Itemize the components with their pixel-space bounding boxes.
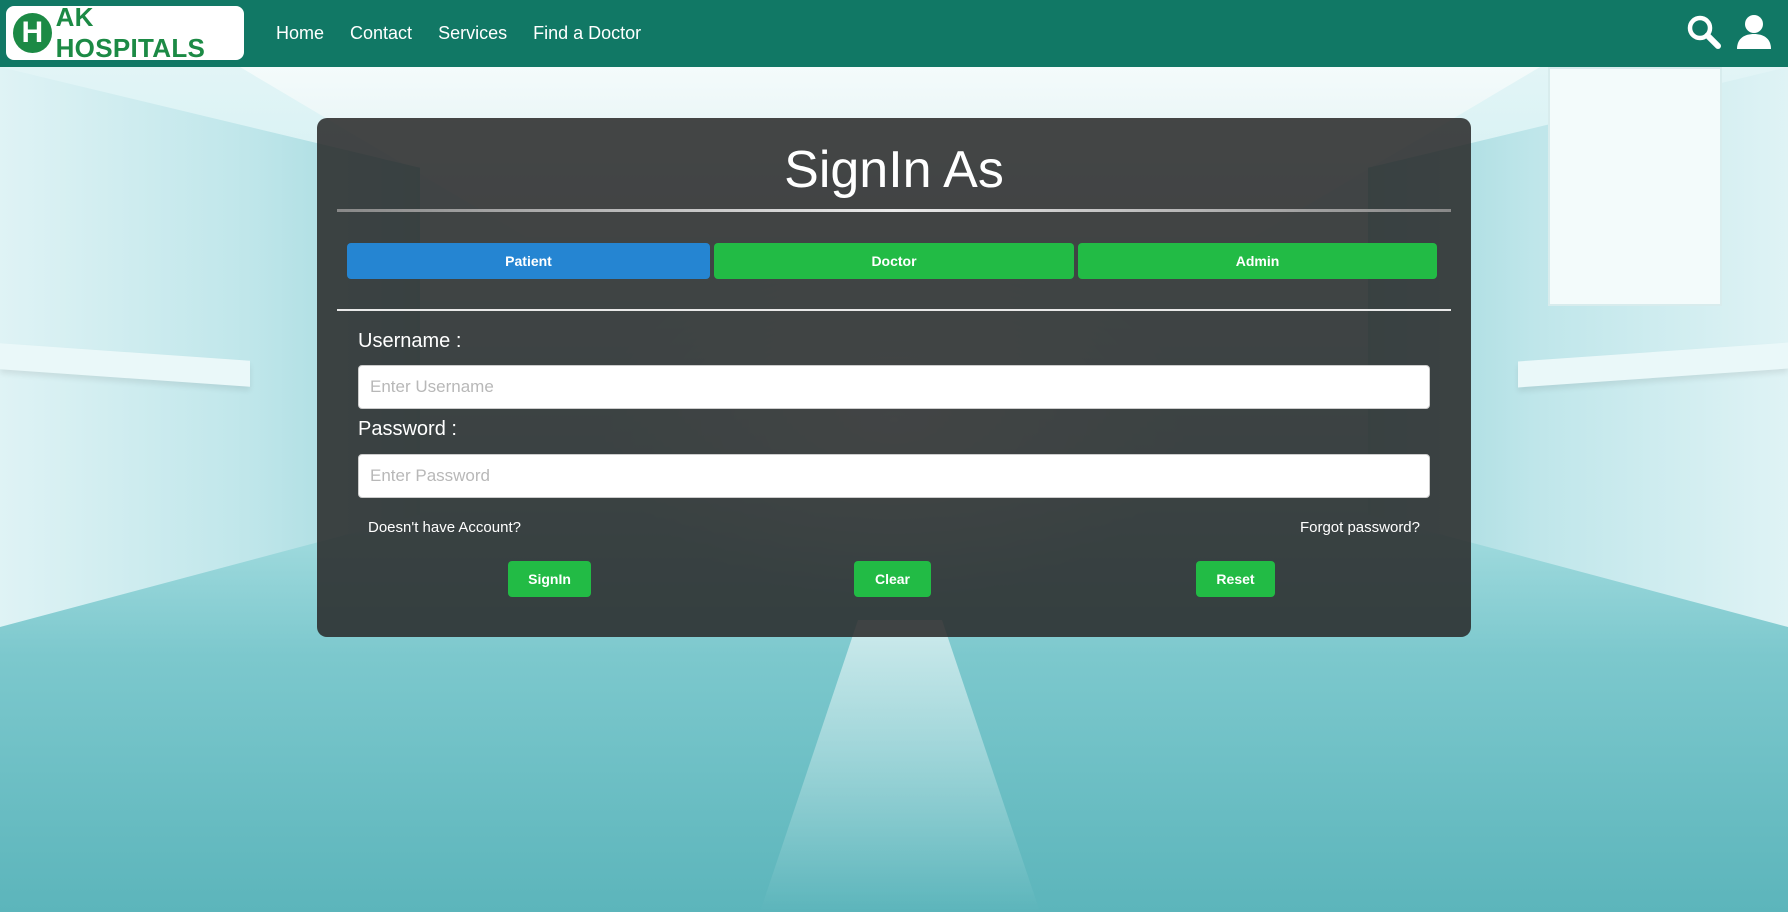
brand-logo[interactable]: H AK HOSPITALS (6, 2, 244, 63)
nav-find-doctor-link[interactable]: Find a Doctor (533, 23, 641, 44)
logo-h-icon: H (13, 13, 52, 53)
reset-button[interactable]: Reset (1196, 561, 1275, 597)
role-patient-tab[interactable]: Patient (347, 243, 710, 279)
role-admin-tab[interactable]: Admin (1078, 243, 1437, 279)
title-divider (337, 209, 1451, 212)
signin-button[interactable]: SignIn (508, 561, 591, 597)
signin-title: SignIn As (784, 141, 1004, 199)
top-navbar: H AK HOSPITALS Home Contact Services Fin… (0, 0, 1788, 67)
username-input[interactable] (358, 365, 1430, 409)
main-nav: Home Contact Services Find a Doctor (276, 0, 667, 67)
form-divider (337, 309, 1451, 311)
nav-home-link[interactable]: Home (276, 23, 324, 44)
signin-panel: SignIn As Patient Doctor Admin Username … (317, 118, 1471, 637)
clear-button[interactable]: Clear (854, 561, 931, 597)
brand-name: AK HOSPITALS (55, 2, 206, 63)
wall-cabinet (1548, 67, 1722, 306)
nav-contact-link[interactable]: Contact (350, 23, 412, 44)
password-label: Password : (358, 418, 457, 440)
forgot-password-link[interactable]: Forgot password? (1300, 519, 1420, 536)
role-doctor-tab[interactable]: Doctor (714, 243, 1074, 279)
user-icon[interactable] (1736, 14, 1772, 50)
no-account-link[interactable]: Doesn't have Account? (368, 519, 521, 536)
search-icon[interactable] (1686, 14, 1722, 50)
password-input[interactable] (358, 454, 1430, 498)
role-selector: Patient Doctor Admin (347, 243, 1443, 279)
floor-reflection (760, 620, 1040, 912)
nav-services-link[interactable]: Services (438, 23, 507, 44)
username-label: Username : (358, 330, 462, 352)
